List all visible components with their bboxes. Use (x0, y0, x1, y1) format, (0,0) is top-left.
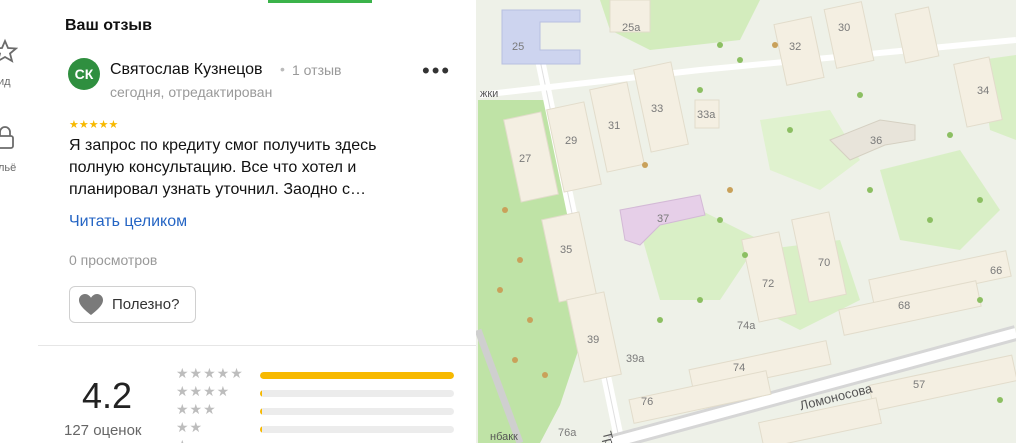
rating-bar-fill (260, 408, 262, 415)
avatar[interactable]: СК (68, 58, 100, 90)
rating-row-3: ★★★ (176, 401, 466, 419)
rating-row-5: ★★★★★ (176, 365, 466, 383)
house-number: 30 (838, 22, 850, 34)
house-number: 35 (560, 244, 572, 256)
house-number: 70 (818, 257, 830, 269)
house-number: 68 (898, 300, 910, 312)
review-stars: ★★★★★ (69, 119, 119, 131)
street-label: нбакк (490, 431, 518, 443)
rating-bar-fill (260, 372, 454, 379)
rating-bar-fill (260, 426, 262, 433)
rating-bar-fill (260, 390, 262, 397)
house-number: 57 (913, 379, 925, 391)
house-number: 33а (697, 109, 716, 121)
rating-row-stars: ★★★★ (176, 383, 231, 399)
lock-icon[interactable] (0, 124, 18, 150)
house-number: 29 (565, 135, 577, 147)
rating-row-stars: ★★ (176, 419, 204, 435)
house-number: 76а (558, 427, 577, 439)
rating-row-4: ★★★★ (176, 383, 466, 401)
left-rail: ид льё (0, 0, 39, 443)
rating-count: 127 оценок (64, 422, 142, 439)
rating-bar-track (260, 390, 454, 397)
house-number: 27 (519, 153, 531, 165)
section-divider (38, 345, 476, 346)
review-text: Я запрос по кредиту смог получить здесь … (69, 137, 377, 198)
author-name[interactable]: Святослав Кузнецов (110, 61, 263, 79)
rating-row-2: ★★ (176, 419, 466, 437)
rating-bar-track (260, 426, 454, 433)
views-count: 0 просмотров (69, 252, 158, 268)
house-number: 25 (512, 41, 524, 53)
house-number: 66 (990, 265, 1002, 277)
house-number: 39а (626, 353, 645, 365)
house-number: 31 (608, 120, 620, 132)
author-separator: • (280, 61, 285, 77)
rating-row-stars: ★★★★★ (176, 365, 244, 381)
map[interactable]: 25 25а 32 30 34 27 29 31 33 33а 36 37 35… (476, 0, 1016, 443)
read-more-link[interactable]: Читать целиком (69, 213, 187, 231)
rating-row-stars: ★ (176, 437, 190, 443)
star-outline-icon[interactable] (0, 38, 18, 64)
useful-button[interactable]: Полезно? (69, 286, 196, 323)
house-number: 37 (657, 213, 669, 225)
active-tab-indicator (268, 0, 372, 3)
house-number: 25а (622, 22, 641, 34)
rating-row-stars: ★★★ (176, 401, 217, 417)
house-number: 76 (641, 396, 653, 408)
overall-rating: 4.2 (82, 375, 133, 416)
rating-bar-track (260, 408, 454, 415)
rail-label-lodging[interactable]: льё (0, 162, 16, 174)
useful-label: Полезно? (112, 296, 180, 313)
house-number: 39 (587, 334, 599, 346)
house-number: 34 (977, 85, 989, 97)
house-number: 72 (762, 278, 774, 290)
more-options-button[interactable]: ••• (422, 60, 449, 84)
house-number: 32 (789, 41, 801, 53)
rating-bar-track (260, 372, 454, 379)
review-panel: Ваш отзыв СК Святослав Кузнецов • 1 отзы… (38, 0, 476, 443)
review-date: сегодня, отредактирован (110, 84, 273, 100)
rail-label-saved[interactable]: ид (0, 76, 11, 88)
section-title: Ваш отзыв (65, 17, 152, 34)
house-number: 74 (733, 362, 745, 374)
house-number: 33 (651, 103, 663, 115)
house-number: 74а (737, 320, 756, 332)
house-number: 36 (870, 135, 882, 147)
author-review-count: 1 отзыв (292, 62, 342, 78)
heart-icon (79, 293, 103, 315)
street-label: жки (480, 88, 498, 100)
